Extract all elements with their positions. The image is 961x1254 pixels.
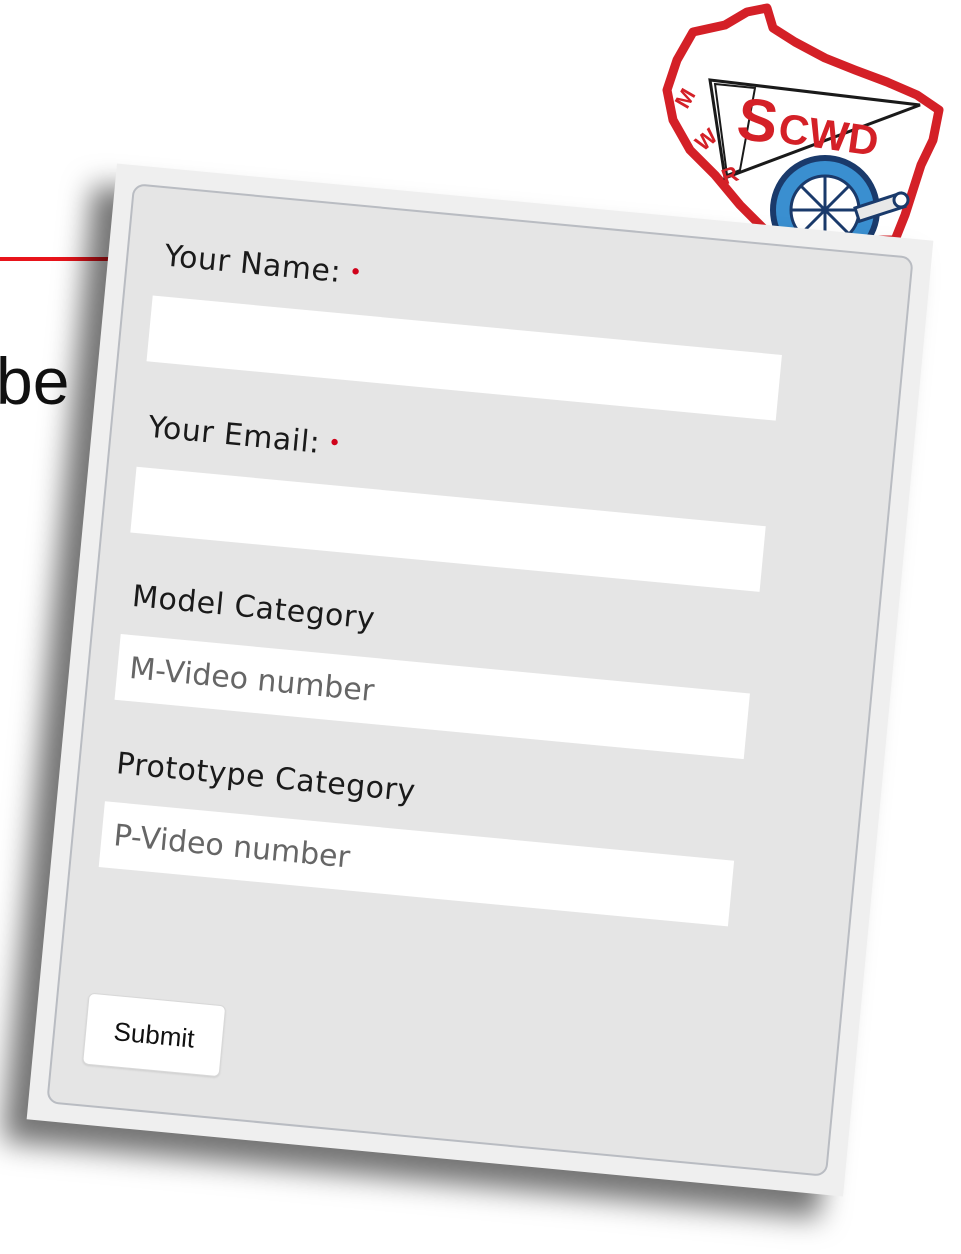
form-screenshot-card: Your Name: • Your Email: • Model Category …: [26, 163, 934, 1197]
model-category-label: Model Category: [130, 578, 377, 637]
mwr-scwd-logo: S CWD M W R: [655, 0, 955, 265]
slide-text-fragment: be: [0, 344, 70, 418]
name-label: Your Name: •: [162, 238, 364, 291]
email-label: Your Email: •: [146, 409, 343, 461]
prototype-category-label: Prototype Category: [114, 746, 418, 810]
name-input[interactable]: [146, 295, 782, 421]
name-required-marker: •: [347, 259, 364, 287]
email-input[interactable]: [130, 466, 766, 592]
model-category-input[interactable]: [114, 633, 750, 760]
email-required-marker: •: [326, 430, 343, 457]
submit-button[interactable]: Submit: [82, 992, 227, 1078]
prototype-category-input[interactable]: [98, 801, 735, 927]
contact-form: Your Name: • Your Email: • Model Category …: [46, 183, 914, 1177]
